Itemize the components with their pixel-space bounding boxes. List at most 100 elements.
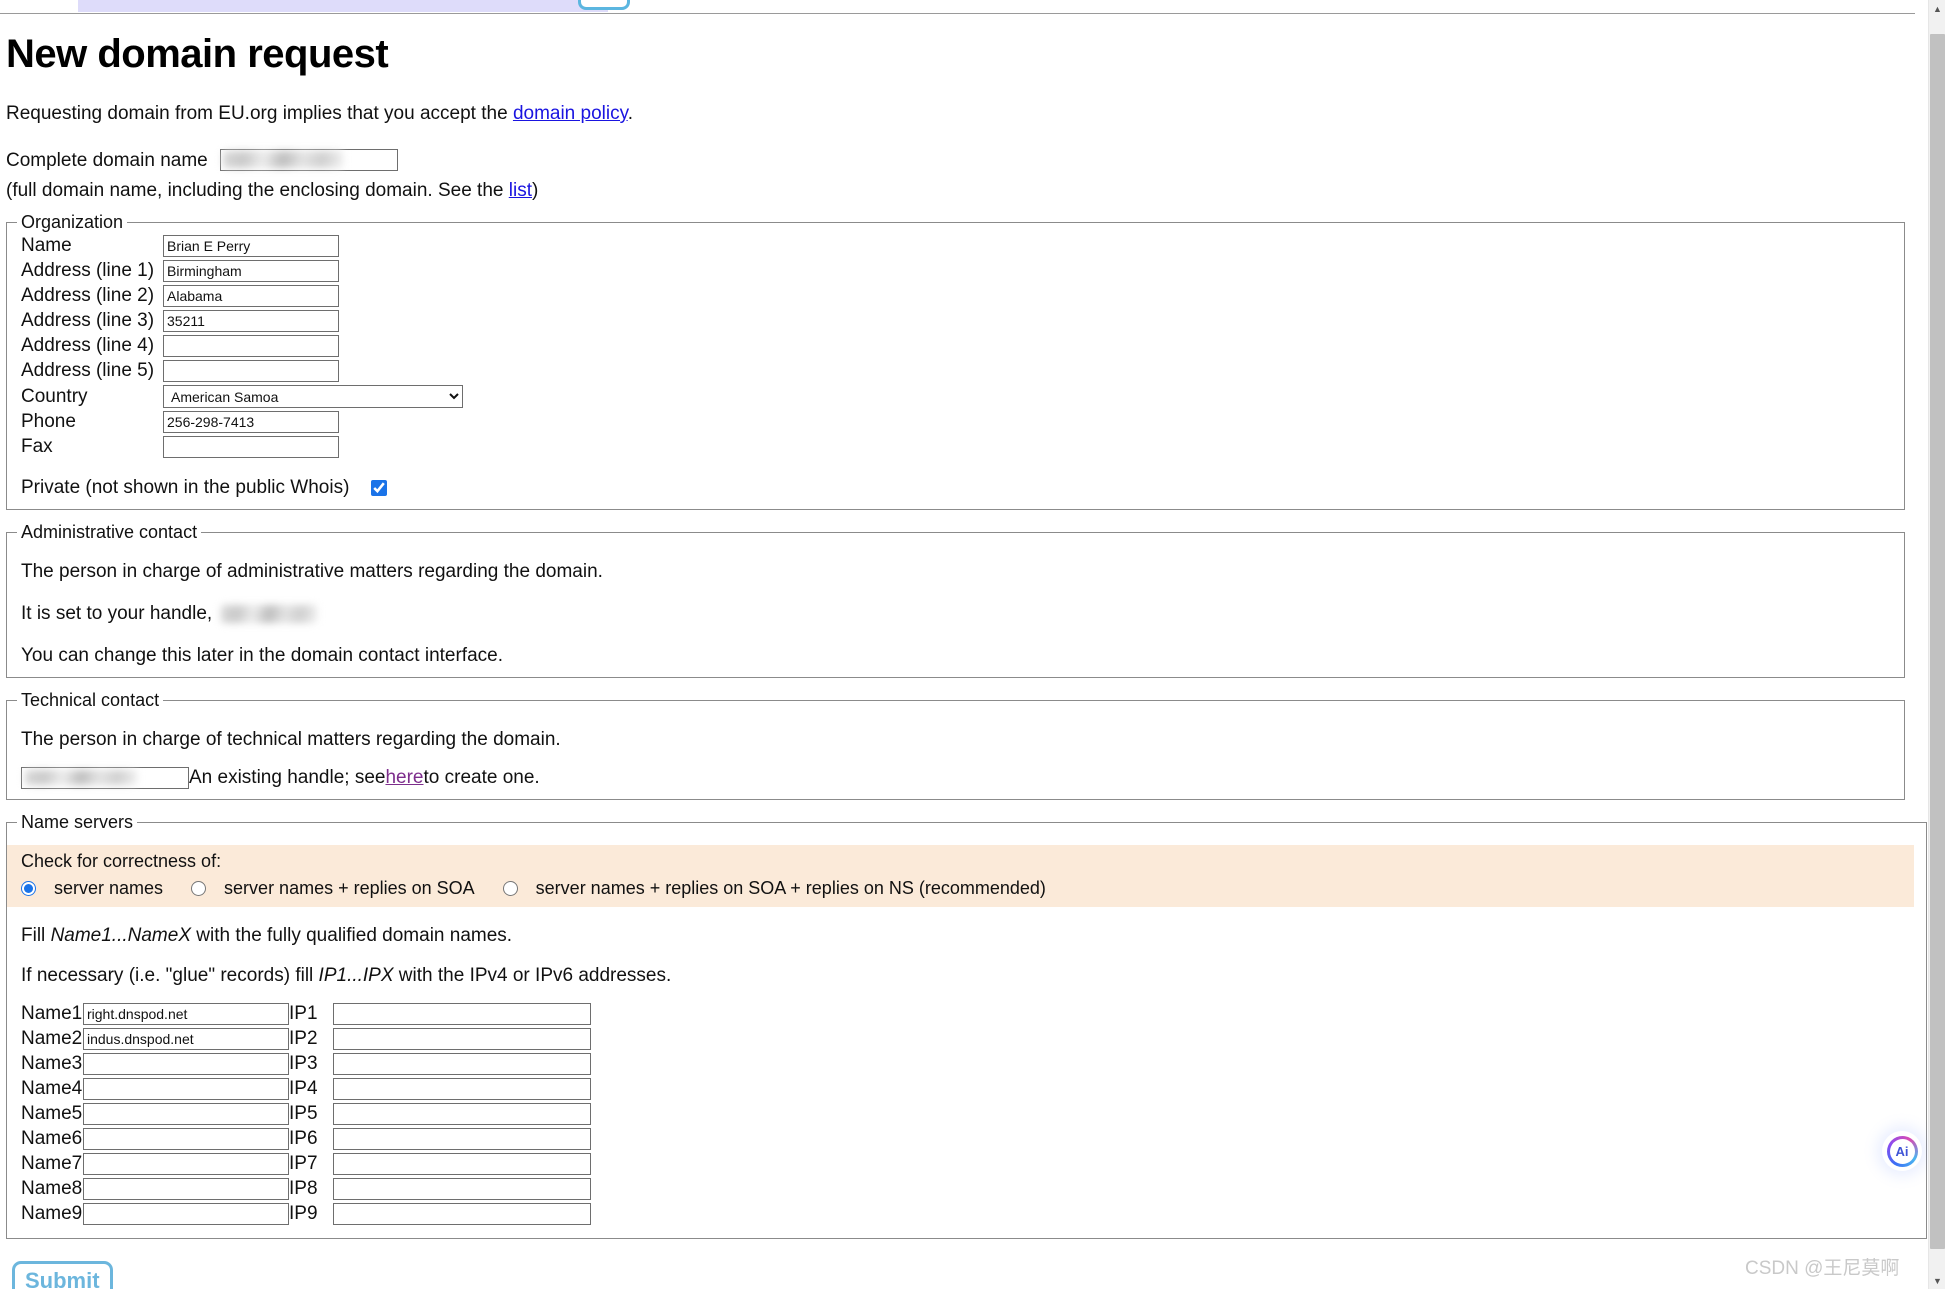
correctness-radio[interactable] — [191, 881, 207, 896]
domain-list-link[interactable]: list — [509, 180, 532, 201]
name-server-input[interactable] — [83, 1078, 289, 1100]
create-handle-here-link[interactable]: here — [385, 767, 423, 789]
country-select[interactable]: American Samoa — [163, 385, 463, 408]
scroll-up-arrow-icon[interactable]: ▲ — [1929, 0, 1945, 17]
name-server-row: Name4 IP4 — [21, 1078, 591, 1103]
organization-row: Address (line 4) — [21, 335, 463, 360]
organization-field-label: Address (line 3) — [21, 310, 155, 331]
ip-input[interactable] — [333, 1078, 591, 1100]
ip-input[interactable] — [333, 1153, 591, 1175]
name-server-input-cell — [83, 1053, 289, 1078]
ip-input-cell — [333, 1078, 591, 1103]
organization-field-input[interactable] — [163, 260, 339, 282]
administrative-contact-fieldset: Administrative contact The person in cha… — [6, 522, 1905, 678]
page-title: New domain request — [6, 32, 389, 76]
submit-button[interactable]: Submit — [12, 1261, 113, 1289]
organization-field-input[interactable] — [163, 235, 339, 257]
private-whois-label: Private (not shown in the public Whois) — [21, 477, 350, 498]
organization-field-label: Phone — [21, 411, 76, 432]
ip-input[interactable] — [333, 1103, 591, 1125]
admin-contact-handle-prefix: It is set to your handle, — [21, 603, 218, 624]
organization-field-input[interactable] — [163, 285, 339, 307]
organization-field-input[interactable] — [163, 360, 339, 382]
name-servers-rows: Name1 IP1 Name2 IP2 Name3 IP3 Name4 IP4 Name5 IP5… — [21, 1003, 591, 1228]
tech-contact-after-prefix: An existing handle; see — [189, 767, 386, 788]
name-server-input-cell — [83, 1103, 289, 1128]
organization-field-input[interactable] — [163, 335, 339, 357]
correctness-radio[interactable] — [502, 881, 518, 896]
name-server-label: Name3 — [21, 1053, 83, 1074]
name-server-input[interactable] — [83, 1178, 289, 1200]
admin-contact-change-note: You can change this later in the domain … — [21, 645, 503, 666]
organization-field-label: Address (line 1) — [21, 260, 155, 281]
ai-assistant-fab[interactable]: Ai — [1882, 1131, 1922, 1171]
ip-input[interactable] — [333, 1203, 591, 1225]
complete-domain-input-wrap — [219, 149, 398, 171]
scroll-down-arrow-icon[interactable]: ▼ — [1929, 1272, 1945, 1289]
domain-policy-link[interactable]: domain policy — [513, 103, 628, 124]
organization-field-input[interactable] — [163, 436, 339, 458]
name-server-input[interactable] — [83, 1203, 289, 1225]
name-server-input[interactable] — [83, 1128, 289, 1150]
ns-note2-emphasis: IP1...IPX — [318, 965, 394, 986]
organization-field-input[interactable] — [163, 310, 339, 332]
ip-input-cell — [333, 1203, 591, 1228]
ip-label: IP6 — [289, 1128, 318, 1149]
private-whois-checkbox[interactable] — [371, 480, 388, 496]
organization-field-label: Address (line 4) — [21, 335, 155, 356]
name-server-label: Name1 — [21, 1003, 83, 1024]
organization-field-cell — [163, 360, 463, 385]
correctness-radio[interactable] — [21, 881, 36, 896]
ip-input[interactable] — [333, 1028, 591, 1050]
correctness-option[interactable]: server names + replies on SOA — [191, 878, 475, 899]
name-server-input-cell — [83, 1078, 289, 1103]
organization-field-input[interactable] — [163, 411, 339, 433]
ip-input-cell — [333, 1178, 591, 1203]
name-server-input-cell — [83, 1178, 289, 1203]
name-server-input[interactable] — [83, 1153, 289, 1175]
ip-input[interactable] — [333, 1178, 591, 1200]
name-servers-fieldset: Name servers Check for correctness of: s… — [6, 812, 1927, 1239]
correctness-option[interactable]: server names — [21, 878, 163, 899]
name-server-row: Name7 IP7 — [21, 1153, 591, 1178]
organization-field-cell — [163, 310, 463, 335]
lavender-bar — [78, 0, 608, 12]
private-whois-row: Private (not shown in the public Whois) — [21, 477, 1892, 499]
organization-row: Address (line 5) — [21, 360, 463, 385]
admin-contact-description: The person in charge of administrative m… — [21, 561, 603, 582]
correctness-option-label: server names + replies on SOA — [224, 878, 475, 898]
organization-field-cell — [163, 411, 463, 436]
name-server-row: Name5 IP5 — [21, 1103, 591, 1128]
name-server-label: Name9 — [21, 1203, 83, 1224]
ip-input[interactable] — [333, 1053, 591, 1075]
ip-input-cell — [333, 1028, 591, 1053]
scrollbar-thumb[interactable] — [1930, 34, 1945, 1249]
name-server-row: Name6 IP6 — [21, 1128, 591, 1153]
organization-field-label: Name — [21, 235, 72, 256]
correctness-option[interactable]: server names + replies on SOA + replies … — [502, 878, 1046, 899]
organization-field-cell: American Samoa — [163, 385, 463, 411]
organization-row: Country American Samoa — [21, 385, 463, 411]
name-server-input[interactable] — [83, 1003, 289, 1025]
organization-legend: Organization — [21, 212, 124, 232]
redaction-admin-handle — [221, 604, 318, 623]
ip-input[interactable] — [333, 1128, 591, 1150]
organization-row: Address (line 2) — [21, 285, 463, 310]
partial-blue-button[interactable] — [578, 0, 630, 10]
organization-field-cell — [163, 436, 463, 461]
organization-fieldset: Organization Name Address (line 1) Address… — [6, 212, 1905, 510]
vertical-scrollbar[interactable]: ▲ ▼ — [1928, 0, 1945, 1289]
name-server-input[interactable] — [83, 1103, 289, 1125]
name-server-input[interactable] — [83, 1028, 289, 1050]
name-server-row: Name2 IP2 — [21, 1028, 591, 1053]
name-server-label: Name2 — [21, 1028, 83, 1049]
ip-input[interactable] — [333, 1003, 591, 1025]
name-servers-note-2: If necessary (i.e. "glue" records) fill … — [21, 965, 1914, 987]
name-server-label: Name5 — [21, 1103, 83, 1124]
organization-row: Phone — [21, 411, 463, 436]
organization-row: Name — [21, 235, 463, 260]
name-server-input[interactable] — [83, 1053, 289, 1075]
organization-field-label: Country — [21, 385, 88, 407]
tech-contact-after-suffix: to create one. — [423, 767, 540, 788]
correctness-option-label: server names + replies on SOA + replies … — [535, 878, 1046, 898]
